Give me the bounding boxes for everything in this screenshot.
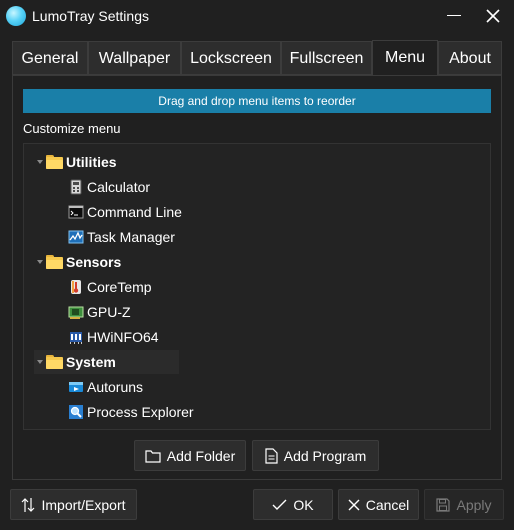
import-export-button[interactable]: Import/Export [10, 489, 137, 520]
tree-item-hwinfo64[interactable]: HWiNFO64 [68, 325, 159, 349]
swap-arrows-icon [22, 497, 35, 512]
tree-item-process-explorer[interactable]: Process Explorer [68, 400, 194, 424]
tree-item-label: Autoruns [87, 379, 144, 395]
tree-item-label: Calculator [87, 179, 151, 195]
tree-folder-system[interactable]: System [34, 350, 179, 374]
cancel-x-icon [348, 499, 360, 510]
tree-item-autoruns[interactable]: Autoruns [68, 375, 143, 399]
apply-label: Apply [456, 496, 492, 513]
tab-menu[interactable]: Menu [372, 40, 438, 76]
terminal-icon [68, 205, 84, 219]
folder-icon [46, 155, 63, 169]
tree-item-label: GPU-Z [87, 304, 131, 320]
calculator-icon [70, 179, 82, 195]
cancel-label: Cancel [365, 496, 410, 513]
tree-item-label: HWiNFO64 [87, 329, 159, 345]
tree-folder-sensors[interactable]: Sensors [34, 250, 121, 274]
tree-item-gpu-z[interactable]: GPU-Z [68, 300, 131, 324]
minimize-icon[interactable] [447, 15, 461, 16]
expand-arrow-icon[interactable] [34, 250, 46, 274]
app-logo-icon [6, 6, 26, 26]
ok-label: OK [293, 496, 314, 513]
tree-folder-label: Sensors [66, 254, 122, 270]
apply-button[interactable]: Apply [424, 489, 504, 520]
tree-item-label: Process Explorer [87, 404, 194, 420]
ok-button[interactable]: OK [253, 489, 333, 520]
tab-fullscreen[interactable]: Fullscreen [281, 41, 372, 75]
tree-item-coretemp[interactable]: CoreTemp [68, 275, 152, 299]
document-icon [265, 447, 278, 464]
folder-icon [46, 255, 63, 269]
add-folder-button[interactable]: Add Folder [134, 440, 246, 471]
add-program-label: Add Program [283, 447, 367, 464]
folder-outline-icon [145, 449, 161, 463]
tree-item-calculator[interactable]: Calculator [68, 175, 150, 199]
tree-item-task-manager[interactable]: Task Manager [68, 225, 175, 249]
tab-general[interactable]: General [12, 41, 88, 75]
cancel-button[interactable]: Cancel [338, 489, 419, 520]
tree-folder-utilities[interactable]: Utilities [34, 150, 117, 174]
magnifier-icon [69, 405, 83, 419]
tree-item-label: Command Line [87, 204, 182, 220]
autoruns-icon [69, 382, 83, 392]
expand-arrow-icon[interactable] [34, 350, 46, 374]
title-bar: LumoTray Settings [0, 0, 514, 32]
tab-wallpaper[interactable]: Wallpaper [88, 41, 181, 75]
thermometer-icon [71, 280, 81, 294]
tree-item-command-line[interactable]: Command Line [68, 200, 182, 224]
add-folder-label: Add Folder [166, 447, 236, 464]
gpu-card-icon [68, 306, 84, 319]
add-program-button[interactable]: Add Program [252, 440, 379, 471]
tree-item-label: CoreTemp [87, 279, 152, 295]
customize-menu-label: Customize menu [23, 121, 121, 136]
tree-item-label: Task Manager [87, 229, 175, 245]
import-export-label: Import/Export [41, 496, 126, 513]
expand-arrow-icon[interactable] [34, 150, 46, 174]
checkmark-icon [272, 499, 287, 510]
close-icon[interactable] [484, 7, 502, 25]
chip-icon [70, 332, 82, 344]
window-title: LumoTray Settings [32, 8, 149, 24]
folder-icon [46, 355, 63, 369]
task-manager-icon [68, 230, 84, 244]
save-disk-icon [436, 497, 451, 512]
tree-folder-label: Utilities [66, 154, 117, 170]
reorder-hint-banner: Drag and drop menu items to reorder [23, 89, 491, 113]
tab-about[interactable]: About [438, 41, 502, 75]
menu-tree[interactable]: Utilities Calculator Command Line Task M… [23, 143, 491, 430]
tree-folder-label: System [66, 354, 116, 370]
tab-lockscreen[interactable]: Lockscreen [181, 41, 281, 75]
